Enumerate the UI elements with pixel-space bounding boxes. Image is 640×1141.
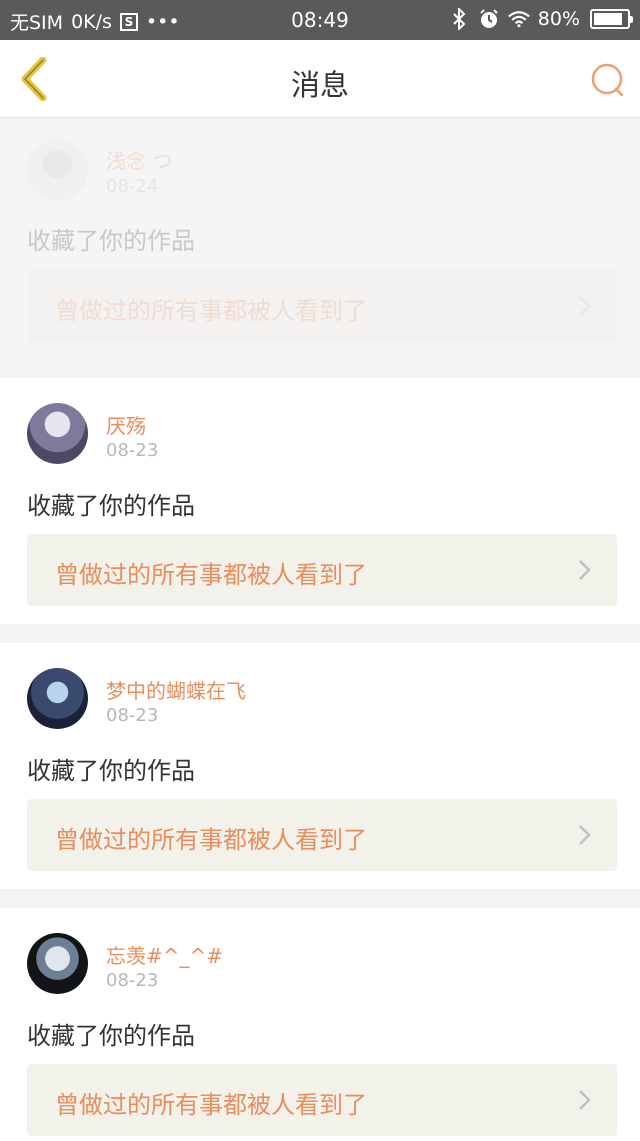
message-date: 08-23	[106, 970, 159, 991]
work-title: 曾做过的所有事都被人看到了	[55, 297, 367, 325]
action-text: 收藏了你的作品	[27, 227, 195, 255]
battery-percent: 80%	[537, 8, 580, 30]
alarm-icon	[478, 6, 500, 32]
chevron-right-icon	[579, 1090, 591, 1110]
message-card[interactable]: 厌殇 08-23 收藏了你的作品 曾做过的所有事都被人看到了	[0, 378, 640, 624]
bluetooth-icon	[448, 6, 470, 32]
username[interactable]: 忘羡#^_^#	[106, 940, 223, 969]
username[interactable]: 梦中的蝴蝶在飞	[106, 675, 246, 704]
chevron-right-icon	[579, 825, 591, 845]
work-link[interactable]: 曾做过的所有事都被人看到了	[27, 534, 617, 606]
search-button[interactable]	[586, 58, 630, 102]
action-text: 收藏了你的作品	[27, 757, 195, 785]
username[interactable]: 厌殇	[106, 410, 146, 439]
work-link[interactable]: 曾做过的所有事都被人看到了	[27, 1064, 617, 1136]
message-date: 08-24	[106, 176, 159, 197]
message-card[interactable]: 浅念 つ 08-24 收藏了你的作品 曾做过的所有事都被人看到了	[0, 119, 640, 377]
avatar[interactable]	[27, 668, 88, 729]
work-title: 曾做过的所有事都被人看到了	[55, 826, 367, 854]
work-title: 曾做过的所有事都被人看到了	[55, 561, 367, 589]
chevron-right-icon	[579, 560, 591, 580]
work-link[interactable]: 曾做过的所有事都被人看到了	[27, 799, 617, 871]
avatar[interactable]	[27, 140, 88, 201]
nav-bar: 消息	[0, 40, 640, 118]
work-link[interactable]: 曾做过的所有事都被人看到了	[27, 270, 617, 342]
message-date: 08-23	[106, 440, 159, 461]
username[interactable]: 浅念 つ	[106, 145, 172, 174]
search-icon	[591, 63, 624, 97]
message-card[interactable]: 忘羡#^_^# 08-23 收藏了你的作品 曾做过的所有事都被人看到了	[0, 908, 640, 1141]
action-text: 收藏了你的作品	[27, 492, 195, 520]
wifi-icon	[507, 6, 530, 32]
chevron-right-icon	[579, 296, 591, 316]
status-bar: 无SIM 0K/s S ••• 08:49 80%	[0, 0, 640, 40]
work-title: 曾做过的所有事都被人看到了	[55, 1091, 367, 1119]
avatar[interactable]	[27, 933, 88, 994]
action-text: 收藏了你的作品	[27, 1022, 195, 1050]
status-right: 80%	[448, 6, 633, 32]
message-card[interactable]: 梦中的蝴蝶在飞 08-23 收藏了你的作品 曾做过的所有事都被人看到了	[0, 643, 640, 889]
message-date: 08-23	[106, 705, 159, 726]
battery-icon	[590, 9, 633, 29]
page-title: 消息	[290, 68, 349, 102]
avatar[interactable]	[27, 403, 88, 464]
